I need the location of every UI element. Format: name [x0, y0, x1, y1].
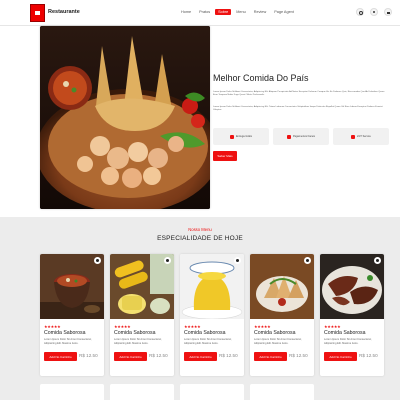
favorite-icon[interactable]: [164, 257, 171, 264]
learn-more-button[interactable]: Saber Mais: [213, 151, 237, 161]
favorite-icon[interactable]: [234, 257, 241, 264]
dish-card: ★★★★★ Comida Saborosa Lorem Ipsum Dolor …: [250, 254, 314, 376]
dish-price: R$ 12.50: [289, 353, 308, 358]
feature-service: 24/7 Service: [333, 128, 389, 145]
brand-name[interactable]: Restaurante: [48, 9, 80, 15]
nav-icons: [356, 8, 392, 16]
section-title: ESPECIALIDADE DE HOJE: [157, 235, 243, 242]
dish-price: R$ 12.50: [219, 353, 238, 358]
dish-name: Comida Saborosa: [114, 330, 156, 336]
add-to-cart-button[interactable]: Add No Carrinho: [44, 352, 77, 361]
dish-card-partial: [40, 384, 104, 400]
dish-description: Lorem Ipsum Dolor Sit Amet Consectetur, …: [254, 338, 302, 345]
feature-easy-payments: Pagamentos Fáceis: [273, 128, 329, 145]
nav-link-page-agent[interactable]: Page Agent: [271, 9, 297, 15]
add-to-cart-button[interactable]: Add No Carrinho: [114, 352, 147, 361]
dish-image: [40, 254, 104, 319]
logo-icon[interactable]: [30, 4, 45, 22]
dish-card: ★★★★★ Comida Saborosa Lorem Ipsum Dolor …: [110, 254, 174, 376]
dish-name: Comida Saborosa: [254, 330, 296, 336]
rating-stars: ★★★★★: [184, 324, 201, 329]
dish-card: ★★★★★ Comida Saborosa Lorem Ipsum Dolor …: [180, 254, 244, 376]
dish-card-partial: [110, 384, 174, 400]
dish-name: Comida Saborosa: [184, 330, 226, 336]
card-icon: [286, 134, 291, 139]
hero-title: Melhor Comida Do País: [213, 73, 309, 83]
main-menu: Home Pratos Sobre Menu Review Page Agent: [178, 9, 297, 15]
rating-stars: ★★★★★: [324, 324, 341, 329]
user-icon[interactable]: [370, 8, 378, 16]
favorite-icon[interactable]: [94, 257, 101, 264]
feature-free-delivery: Entrega Grátis: [213, 128, 269, 145]
add-to-cart-button[interactable]: Add No Carrinho: [254, 352, 287, 361]
hero-paragraph-1: Lorem Ipsum Dolor Sit Amet Consectetur, …: [213, 91, 385, 97]
dish-description: Lorem Ipsum Dolor Sit Amet Consectetur, …: [324, 338, 372, 345]
dish-description: Lorem Ipsum Dolor Sit Amet Consectetur, …: [184, 338, 232, 345]
feature-label: Entrega Grátis: [235, 135, 253, 138]
rating-stars: ★★★★★: [44, 324, 61, 329]
dish-image: [250, 254, 314, 319]
top-navbar: Restaurante Home Pratos Sobre Menu Revie…: [0, 0, 400, 26]
specials-section: Nosso Menu ESPECIALIDADE DE HOJE ★★★★★ C…: [0, 217, 400, 400]
dish-description: Lorem Ipsum Dolor Sit Amet Consectetur, …: [114, 338, 162, 345]
nav-link-sobre[interactable]: Sobre: [215, 9, 232, 15]
feature-label: Pagamentos Fáceis: [292, 135, 316, 138]
nav-link-menu[interactable]: Menu: [233, 9, 249, 15]
feature-label: 24/7 Service: [357, 135, 371, 138]
hero-paragraph-2: Lorem Ipsum Dolor Sit Amet Consectetur, …: [213, 106, 383, 112]
nav-link-pratos[interactable]: Pratos: [196, 9, 213, 15]
dish-card: ★★★★★ Comida Saborosa Lorem Ipsum Dolor …: [40, 254, 104, 376]
nav-link-home[interactable]: Home: [178, 9, 194, 15]
dish-card-partial: [250, 384, 314, 400]
hero-food-image: [40, 26, 210, 209]
headset-icon: [351, 134, 356, 139]
feature-list: Entrega Grátis Pagamentos Fáceis 24/7 Se…: [213, 128, 389, 145]
dish-price: R$ 12.50: [359, 353, 378, 358]
dish-image: [320, 254, 384, 319]
dish-image: [180, 254, 244, 320]
cart-icon[interactable]: [384, 8, 392, 16]
nav-link-review[interactable]: Review: [251, 9, 269, 15]
dish-description: Lorem Ipsum Dolor Sit Amet Consectetur, …: [44, 338, 92, 345]
dish-price: R$ 12.50: [149, 353, 168, 358]
rating-stars: ★★★★★: [254, 324, 271, 329]
dish-name: Comida Saborosa: [44, 330, 86, 336]
dish-price: R$ 12.50: [79, 353, 98, 358]
section-subtitle: Nosso Menu: [188, 227, 212, 232]
add-to-cart-button[interactable]: Add No Carrinho: [184, 352, 217, 361]
search-icon[interactable]: [356, 8, 364, 16]
dish-image: [110, 254, 174, 319]
favorite-icon[interactable]: [304, 257, 311, 264]
add-to-cart-button[interactable]: Add No Carrinho: [324, 352, 357, 361]
favorite-icon[interactable]: [374, 257, 381, 264]
dish-card: ★★★★★ Comida Saborosa Lorem Ipsum Dolor …: [320, 254, 384, 376]
dish-name: Comida Saborosa: [324, 330, 366, 336]
truck-icon: [229, 134, 234, 139]
dish-card-partial: [180, 384, 244, 400]
rating-stars: ★★★★★: [114, 324, 131, 329]
